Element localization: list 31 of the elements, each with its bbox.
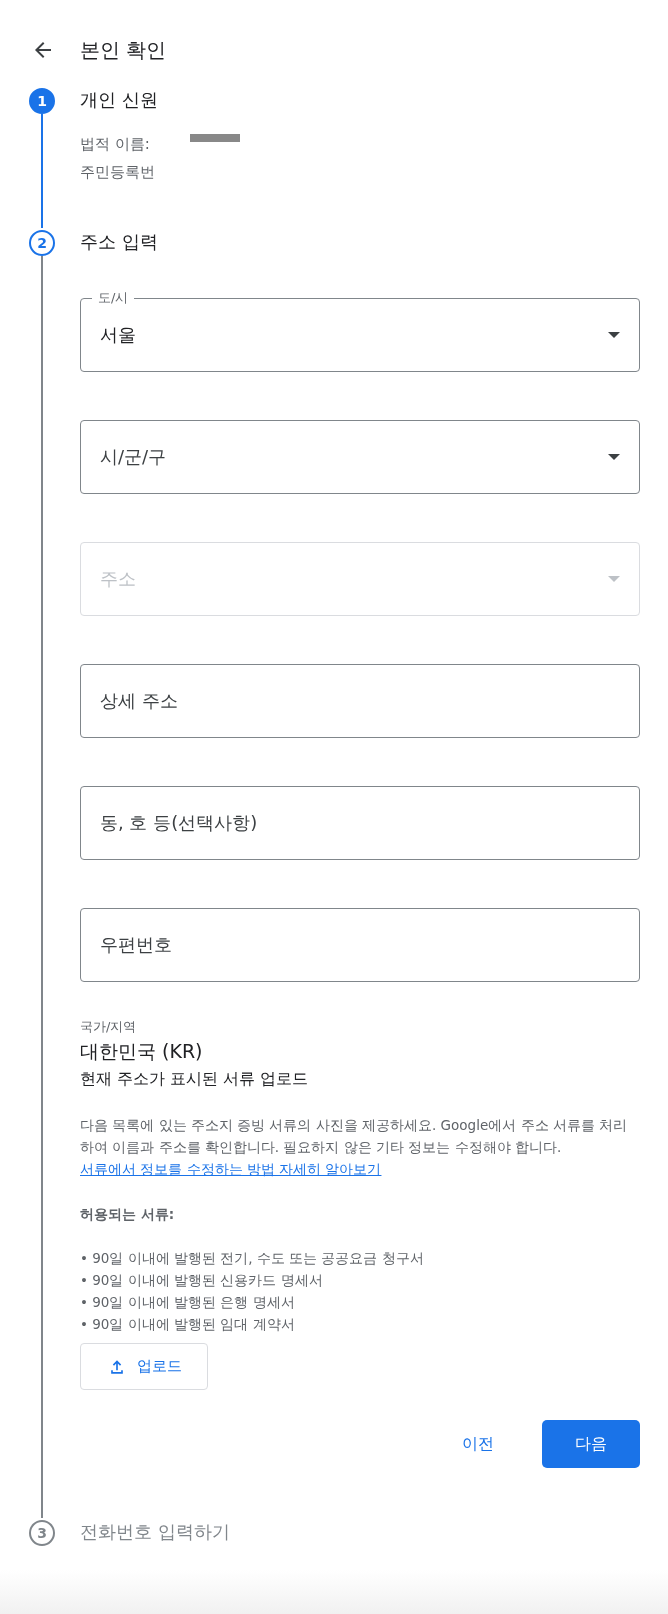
step-title: 전화번호 입력하기	[80, 1520, 231, 1544]
step-number-badge: 2	[29, 230, 55, 256]
input-field[interactable]: 우편번호	[80, 898, 640, 982]
input-field[interactable]: 상세 주소	[80, 654, 640, 738]
input-field[interactable]: 동, 호 등(선택사항)	[80, 776, 640, 860]
step-number-badge: 3	[29, 1520, 55, 1546]
dropdown-field[interactable]: 도/시 서울	[80, 288, 640, 372]
list-item: • 90일 이내에 발행된 신용카드 명세서	[80, 1271, 324, 1290]
list-item: • 90일 이내에 발행된 은행 명세서	[80, 1293, 296, 1312]
detail-label: 법적 이름:	[80, 134, 150, 155]
step-number-badge: 1	[29, 88, 55, 114]
page-title: 본인 확인	[80, 36, 167, 64]
dropdown-caret-icon	[608, 332, 620, 338]
country-value: 대한민국 (KR)	[80, 1039, 204, 1064]
list-item: • 90일 이내에 발행된 임대 계약서	[80, 1315, 296, 1334]
learn-more-link[interactable]: 서류에서 정보를 수정하는 방법 자세히 알아보기	[80, 1161, 382, 1177]
section-heading: 현재 주소가 표시된 서류 업로드	[80, 1068, 310, 1090]
dropdown-field[interactable]: 시/군/구	[80, 410, 640, 494]
accepted-documents-heading: 허용되는 서류:	[80, 1205, 176, 1224]
upload-button[interactable]: 업로드	[80, 1343, 208, 1390]
dropdown-caret-icon	[608, 576, 620, 582]
step-title: 개인 신원	[80, 88, 159, 112]
step-title: 주소 입력	[80, 230, 159, 254]
detail-label: 주민등록번	[80, 162, 155, 183]
description-text: 다음 목록에 있는 주소지 증빙 서류의 사진을 제공하세요. Google에서 주소 서류를 처리하여 이름과 주소를 확인합니다. 필요하지 않은 기타 정보는 수정해야 합니다. 서류에서 정보를 수정하는 방법 자세히 알아보기	[80, 1116, 629, 1179]
previous-button[interactable]: 이전	[444, 1423, 512, 1465]
field-label: 도/시	[92, 289, 135, 307]
dropdown-caret-icon	[608, 454, 620, 460]
next-button[interactable]: 다음	[542, 1420, 640, 1468]
country-label: 국가/지역	[80, 1018, 138, 1036]
list-item: • 90일 이내에 발행된 전기, 수도 또는 공공요금 청구서	[80, 1249, 425, 1268]
